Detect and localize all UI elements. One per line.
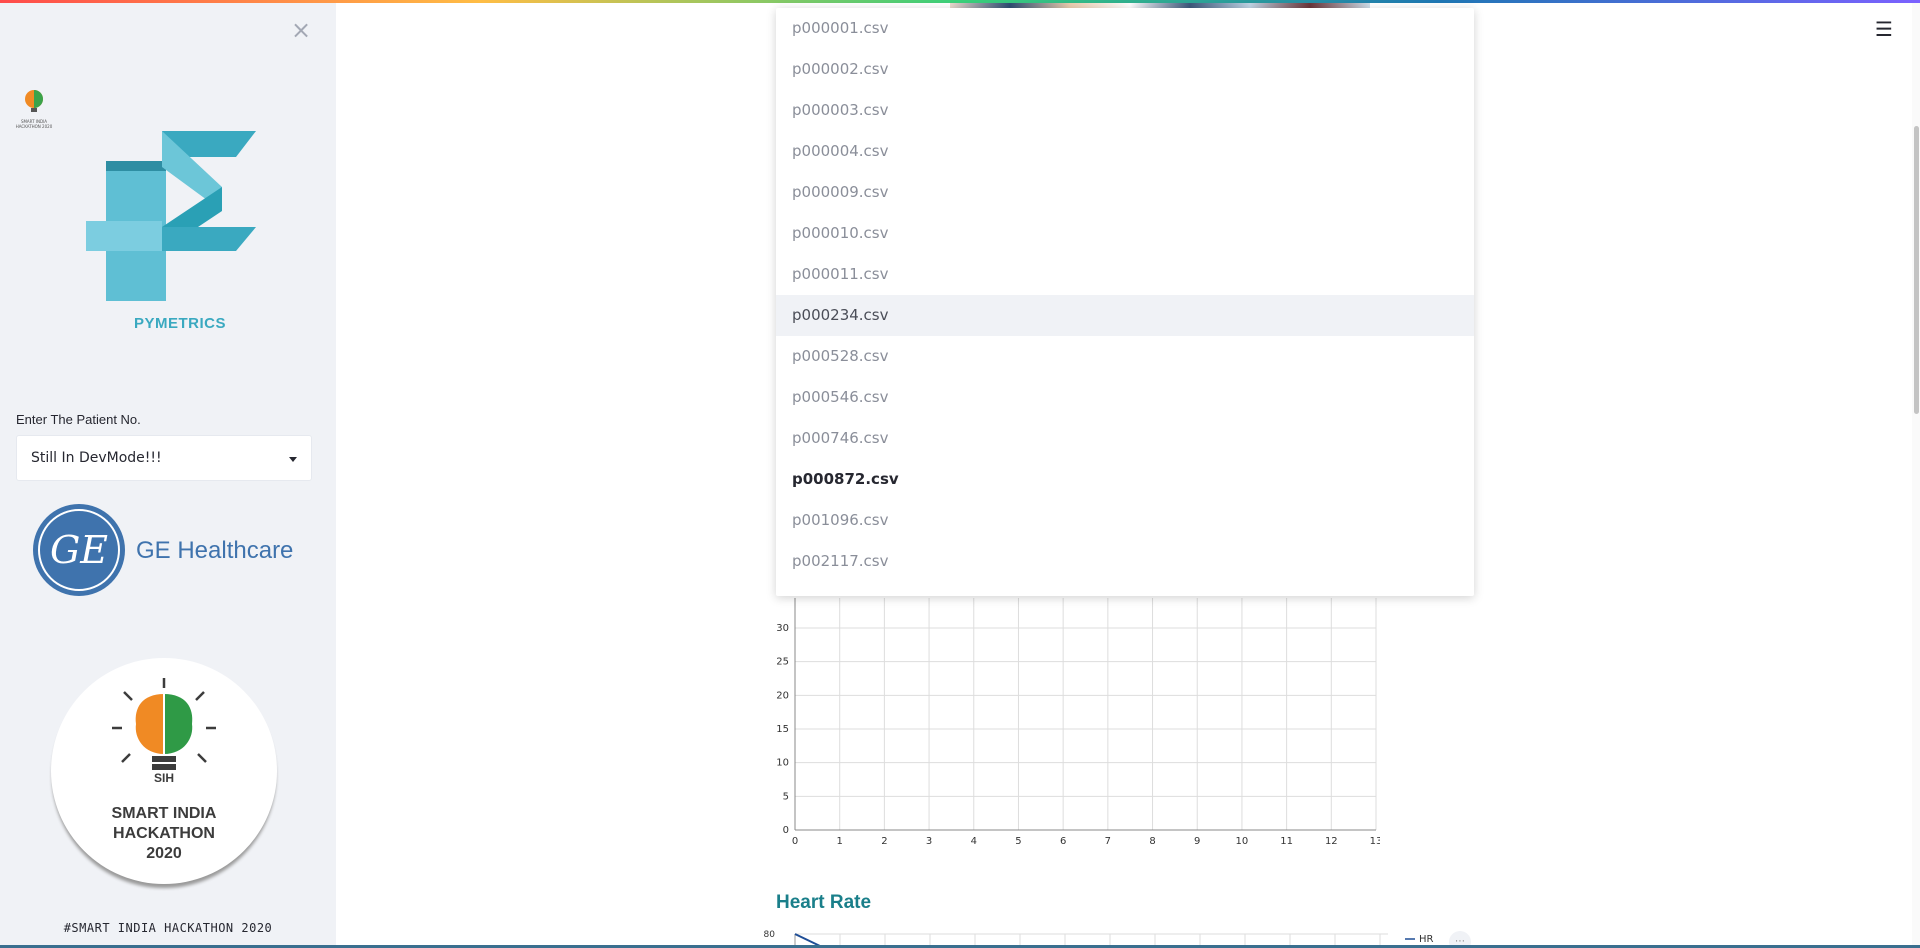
y-tick-label: 10 — [776, 758, 789, 769]
y-tick-label: 0 — [783, 825, 789, 836]
sih-title: SMART INDIA HACKATHON 2020 — [51, 804, 277, 864]
sih-mark-text: SIH — [154, 771, 174, 785]
svg-text:GE: GE — [50, 528, 108, 572]
dropdown-option[interactable]: p000872.csv — [776, 459, 1474, 500]
dropdown-option[interactable]: p000010.csv — [776, 213, 1474, 254]
dropdown-option[interactable]: p000746.csv — [776, 418, 1474, 459]
close-sidebar-icon[interactable]: × — [288, 17, 314, 43]
dropdown-option[interactable]: p000003.csv — [776, 90, 1474, 131]
x-tick-label: 4 — [971, 836, 977, 847]
pymetrics-logo — [86, 131, 256, 301]
dropdown-option[interactable]: p002117.csv — [776, 541, 1474, 582]
x-tick-label: 11 — [1280, 836, 1293, 847]
hr-y-tick-label: 80 — [764, 930, 776, 940]
line-chart-svg: 0 1 2 3 4 5 6 7 8 9 10 11 12 13051015202530 — [776, 598, 1380, 847]
y-tick-label: 5 — [783, 791, 789, 802]
x-tick-label: 12 — [1325, 836, 1338, 847]
mini-logo-text: SMART INDIA HACKATHON 2020 — [15, 119, 53, 129]
patient-select-value: Still In DevMode!!! — [31, 450, 162, 466]
x-tick-label: 9 — [1194, 836, 1200, 847]
dropdown-option[interactable]: p000001.csv — [776, 8, 1474, 49]
brand-title: PYMETRICS — [133, 315, 226, 332]
dropdown-option[interactable]: p000002.csv — [776, 49, 1474, 90]
dropdown-option[interactable]: p000004.csv — [776, 131, 1474, 172]
ge-monogram-logo: GE — [33, 504, 125, 596]
y-tick-label: 20 — [776, 690, 789, 701]
dropdown-option[interactable]: p000546.csv — [776, 377, 1474, 418]
app-window: × SMART INDIA HACKATHON 2020 PYMETRICS E… — [0, 0, 1920, 948]
ge-healthcare-text: GE Healthcare — [136, 537, 294, 564]
sidebar: × SMART INDIA HACKATHON 2020 PYMETRICS E… — [0, 3, 336, 945]
x-tick-label: 6 — [1060, 836, 1066, 847]
dropdown-option[interactable]: p000528.csv — [776, 336, 1474, 377]
menu-hamburger-icon[interactable]: ☰ — [1874, 19, 1894, 39]
dropdown-option[interactable]: p000009.csv — [776, 172, 1474, 213]
caret-down-icon — [289, 457, 297, 462]
sih-title-line3: 2020 — [146, 845, 182, 862]
x-tick-label: 0 — [792, 836, 798, 847]
y-tick-label: 15 — [776, 724, 789, 735]
patient-file-dropdown: p000001.csv p000002.csv p000003.csv p000004… — [776, 8, 1474, 596]
x-tick-label: 13 — [1370, 836, 1380, 847]
hashtag-footer: #SMART INDIA HACKATHON 2020 — [63, 921, 273, 935]
patient-number-select[interactable]: Still In DevMode!!! — [16, 435, 312, 481]
patient-number-label: Enter The Patient No. — [16, 412, 141, 427]
dropdown-option[interactable]: p000234.csv — [776, 295, 1474, 336]
scrollbar-thumb[interactable] — [1914, 126, 1919, 414]
x-tick-label: 3 — [926, 836, 932, 847]
x-tick-label: 7 — [1105, 836, 1111, 847]
heart-rate-title: Heart Rate — [776, 892, 872, 913]
y-tick-label: 30 — [776, 623, 789, 634]
hr-legend-label: HR — [1419, 934, 1434, 945]
x-tick-label: 2 — [881, 836, 887, 847]
sih-brain-bulb-logo: SIH — [112, 678, 216, 785]
dropdown-option[interactable]: p001096.csv — [776, 500, 1474, 541]
x-tick-label: 1 — [837, 836, 843, 847]
y-tick-label: 25 — [776, 657, 789, 668]
sih-badge: SIH SMART INDIA HACKATHON 2020 — [51, 658, 277, 884]
x-tick-label: 10 — [1236, 836, 1249, 847]
sih-title-line2: HACKATHON — [113, 825, 215, 842]
sih-title-line1: SMART INDIA — [111, 805, 217, 822]
x-tick-label: 8 — [1149, 836, 1155, 847]
x-tick-label: 5 — [1015, 836, 1021, 847]
line-chart: 0 1 2 3 4 5 6 7 8 9 10 11 12 13 0 5 10 15 20 25 30 — [760, 596, 1380, 856]
dropdown-option[interactable]: p000011.csv — [776, 254, 1474, 295]
